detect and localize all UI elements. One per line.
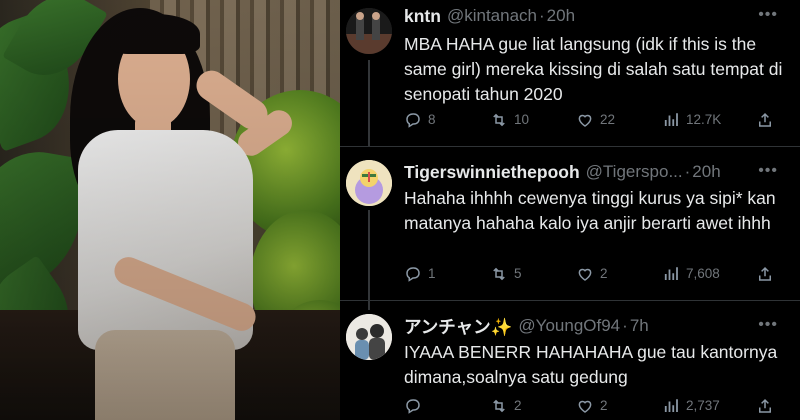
avatar[interactable] xyxy=(346,160,392,206)
more-options-icon[interactable]: ••• xyxy=(758,162,778,180)
retweet-icon xyxy=(493,113,505,127)
photo-shade xyxy=(0,0,340,420)
photo-panel xyxy=(0,0,340,420)
views-button[interactable]: 12.7K xyxy=(662,110,721,130)
thread-line xyxy=(368,210,370,310)
retweet-button[interactable]: 2 xyxy=(490,396,522,416)
like-icon xyxy=(578,400,592,413)
separator-dot: · xyxy=(538,6,545,25)
reply-icon xyxy=(406,267,420,282)
display-name[interactable]: Tigerswinniethepooh xyxy=(404,162,580,183)
views-button[interactable]: 2,737 xyxy=(662,396,720,416)
separator-dot: · xyxy=(684,162,691,181)
views-icon xyxy=(664,267,678,280)
like-button[interactable]: 2 xyxy=(576,396,608,416)
retweet-count: 5 xyxy=(514,266,522,281)
tweet-text: Hahaha ihhhh cewenya tinggi kurus ya sip… xyxy=(404,188,776,233)
tweet-header: kntn @kintanach · 20h xyxy=(404,4,790,28)
display-name[interactable]: kntn xyxy=(404,6,441,27)
like-count: 2 xyxy=(600,398,608,413)
reply-button[interactable] xyxy=(404,396,428,416)
retweet-button[interactable]: 5 xyxy=(490,264,522,284)
view-count: 2,737 xyxy=(686,398,720,413)
share-button[interactable] xyxy=(756,264,780,284)
share-button[interactable] xyxy=(756,110,780,130)
retweet-count: 2 xyxy=(514,398,522,413)
tweet-text: IYAAA BENERR HAHAHAHA gue tau kantornya … xyxy=(404,342,778,387)
more-options-icon[interactable]: ••• xyxy=(758,6,778,24)
avatar[interactable] xyxy=(346,8,392,54)
reply-icon xyxy=(406,399,420,414)
reply-count: 8 xyxy=(428,112,436,127)
avatar[interactable] xyxy=(346,314,392,360)
tweet-header: アンチャン✨ @YoungOf94 · 7h xyxy=(404,314,790,338)
retweet-count: 10 xyxy=(514,112,530,127)
user-handle[interactable]: @Tigerspo... xyxy=(586,162,683,182)
share-button[interactable] xyxy=(756,396,780,416)
action-bar: 2 2 2,737 xyxy=(404,396,774,416)
like-icon xyxy=(578,114,592,127)
reply-count: 1 xyxy=(428,266,436,281)
like-count: 2 xyxy=(600,266,608,281)
timestamp[interactable]: 20h xyxy=(692,162,720,182)
tweet[interactable]: アンチャン✨ @YoungOf94 · 7h ••• IYAAA BENERR … xyxy=(340,312,800,420)
tweet[interactable]: Tigerswinniethepooh @Tigerspo... · 20h •… xyxy=(340,158,800,310)
like-button[interactable]: 22 xyxy=(576,110,615,130)
like-button[interactable]: 2 xyxy=(576,264,608,284)
separator-dot: · xyxy=(622,316,628,335)
tweet-header: Tigerswinniethepooh @Tigerspo... · 20h xyxy=(404,160,790,184)
like-icon xyxy=(578,268,592,281)
reply-thread: kntn @kintanach · 20h ••• MBA HAHA gue l… xyxy=(340,0,800,420)
share-icon xyxy=(759,112,771,127)
view-count: 12.7K xyxy=(686,112,722,127)
retweet-icon xyxy=(493,267,505,281)
thread-line xyxy=(368,60,370,146)
user-handle[interactable]: @YoungOf94 xyxy=(518,316,620,336)
user-handle[interactable]: @kintanach xyxy=(447,6,537,26)
retweet-button[interactable]: 10 xyxy=(490,110,529,130)
like-count: 22 xyxy=(600,112,616,127)
reply-button[interactable]: 8 xyxy=(404,110,436,130)
tweet-divider xyxy=(340,146,800,147)
retweet-icon xyxy=(493,399,505,413)
action-bar: 8 10 22 12.7K xyxy=(404,110,774,130)
views-icon xyxy=(664,113,678,126)
timestamp[interactable]: 7h xyxy=(630,316,649,336)
reply-icon xyxy=(406,113,420,128)
views-button[interactable]: 7,608 xyxy=(662,264,720,284)
tweet[interactable]: kntn @kintanach · 20h ••• MBA HAHA gue l… xyxy=(340,0,800,146)
timestamp[interactable]: 20h xyxy=(547,6,575,26)
share-icon xyxy=(759,398,771,413)
reply-button[interactable]: 1 xyxy=(404,264,436,284)
view-count: 7,608 xyxy=(686,266,720,281)
action-bar: 1 5 2 7,608 xyxy=(404,264,774,284)
tweet-text: MBA HAHA gue liat langsung (idk if this … xyxy=(404,34,783,104)
views-icon xyxy=(664,399,678,412)
display-name[interactable]: アンチャン✨ xyxy=(404,314,512,339)
tweet-divider xyxy=(340,300,800,301)
share-icon xyxy=(759,266,771,281)
more-options-icon[interactable]: ••• xyxy=(758,316,778,334)
